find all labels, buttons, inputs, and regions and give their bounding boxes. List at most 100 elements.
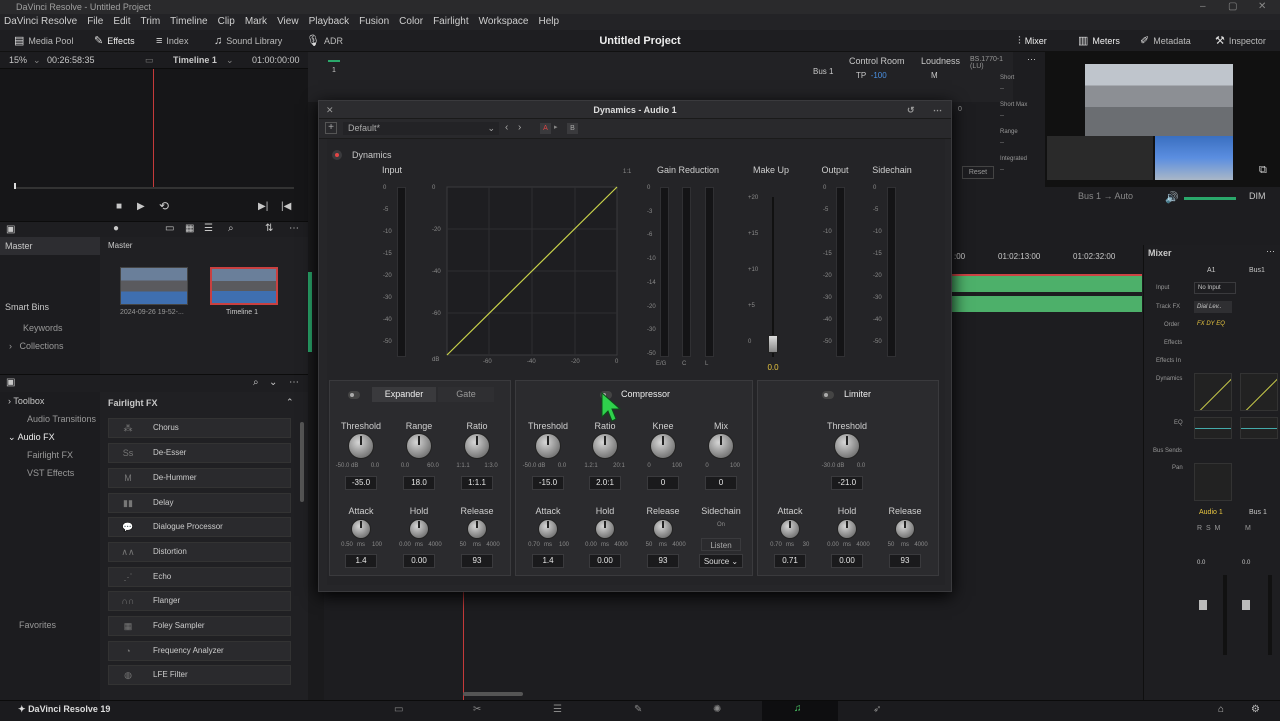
chevron-down-icon[interactable]: ⌄ (226, 52, 234, 69)
dynamics-thumb-bus1[interactable] (1240, 373, 1278, 411)
fx-foley-sampler[interactable]: ▦ Foley Sampler (108, 616, 291, 636)
menu-playback[interactable]: Playback (309, 14, 356, 30)
pan-control[interactable] (1194, 463, 1232, 501)
menu-fairlight[interactable]: Fairlight (433, 14, 475, 30)
smart-bin-collections[interactable]: › Collections (9, 341, 64, 351)
loudness-reset-button[interactable]: Reset (962, 166, 994, 179)
gate-tab[interactable]: Gate (438, 387, 494, 402)
menu-app[interactable]: DaVinci Resolve (4, 14, 83, 30)
expander-hold-knob[interactable] (409, 519, 429, 539)
listen-button[interactable]: Listen (701, 538, 741, 551)
fusion-page-icon[interactable]: ✎ (634, 704, 642, 715)
expander-range-value[interactable]: 18.0 (403, 476, 435, 490)
tree-toolbox[interactable]: › Toolbox (8, 396, 44, 406)
viewer-playhead[interactable] (153, 69, 154, 189)
index-button[interactable]: ≡ Index (156, 30, 188, 52)
effects-button[interactable]: ✎ Effects (94, 30, 135, 52)
loop-icon[interactable]: ⟲ (159, 199, 169, 213)
menu-trim[interactable]: Trim (141, 14, 167, 30)
tree-audio-transitions[interactable]: Audio Transitions (27, 414, 96, 424)
chevron-down-icon[interactable]: ⌄ (33, 52, 41, 69)
clip-thumbnail[interactable] (120, 267, 188, 305)
audio-clip[interactable] (952, 274, 1142, 292)
makeup-fader[interactable] (768, 335, 778, 353)
more-icon[interactable]: ⋯ (933, 101, 942, 119)
timeline-thumbnail[interactable] (210, 267, 278, 305)
next-icon[interactable]: ▶| (258, 201, 268, 212)
bus-output[interactable]: Bus 1 → Auto (1078, 191, 1133, 201)
bin-master[interactable]: Master (0, 237, 100, 255)
close-icon[interactable]: ✕ (1258, 0, 1266, 14)
speaker-icon[interactable]: 🔊 (1165, 191, 1179, 204)
expander-attack-value[interactable]: 1.4 (345, 554, 377, 568)
limiter-attack-knob[interactable] (780, 519, 800, 539)
viewer[interactable] (0, 69, 308, 189)
sidechain-source-dropdown[interactable]: Source ⌄ (699, 554, 743, 568)
expander-toggle[interactable] (348, 391, 360, 399)
expander-threshold-knob[interactable] (348, 433, 374, 459)
search-icon[interactable]: ⌕ (253, 377, 259, 388)
deliver-page-icon[interactable]: ➶ (873, 704, 881, 715)
sort-icon[interactable]: ⇅ (265, 223, 273, 234)
home-icon[interactable]: ⌂ (1218, 704, 1224, 715)
limiter-toggle[interactable] (822, 391, 834, 399)
menu-mark[interactable]: Mark (245, 14, 273, 30)
prev-preset-icon[interactable]: ‹ (505, 122, 508, 133)
menu-timeline[interactable]: Timeline (170, 14, 213, 30)
more-icon[interactable]: ⋯ (1266, 246, 1275, 257)
tree-fairlight-fx[interactable]: Fairlight FX (27, 450, 73, 460)
monitor-volume-slider[interactable] (1184, 197, 1236, 200)
maximize-icon[interactable]: ▢ (1228, 0, 1237, 14)
fx-flanger[interactable]: ∩∩ Flanger (108, 591, 291, 611)
cut-page-icon[interactable]: ✂ (473, 704, 481, 715)
list-view-icon[interactable]: ☰ (204, 223, 213, 234)
expander-ratio-knob[interactable] (464, 433, 490, 459)
compressor-threshold-value[interactable]: -15.0 (532, 476, 564, 490)
scrollbar[interactable] (300, 422, 304, 502)
transfer-graph[interactable] (437, 179, 627, 359)
dynamics-bypass-button[interactable] (332, 150, 342, 160)
limiter-release-knob[interactable] (895, 519, 915, 539)
search-icon[interactable]: ⌕ (228, 223, 234, 234)
clip-icon[interactable]: ▭ (145, 52, 154, 69)
more-icon[interactable]: ⋯ (289, 223, 299, 234)
tree-audio-fx[interactable]: ⌄ Audio FX (8, 432, 55, 443)
play-icon[interactable]: ▶ (137, 201, 145, 212)
mute-button[interactable]: M (1215, 525, 1221, 532)
sound-library-button[interactable]: ♫ Sound Library (214, 30, 282, 52)
compressor-ratio-value[interactable]: 2.0:1 (589, 476, 621, 490)
reset-icon[interactable]: ↺ (907, 101, 915, 119)
compressor-hold-knob[interactable] (595, 519, 615, 539)
tree-vst-effects[interactable]: VST Effects (27, 468, 74, 478)
menu-edit[interactable]: Edit (113, 14, 136, 30)
expander-release-value[interactable]: 93 (461, 554, 493, 568)
track-fx-slot[interactable]: Dial Lev.. (1194, 301, 1232, 313)
menu-file[interactable]: File (87, 14, 109, 30)
expander-release-knob[interactable] (467, 519, 487, 539)
compressor-hold-value[interactable]: 0.00 (589, 554, 621, 568)
solo-button[interactable]: S (1206, 525, 1211, 532)
prev-icon[interactable]: |◀ (281, 201, 291, 212)
compressor-attack-value[interactable]: 1.4 (532, 554, 564, 568)
timeline-scrollbar[interactable] (463, 692, 523, 696)
menu-clip[interactable]: Clip (218, 14, 241, 30)
fx-frequency-analyzer[interactable]: ◔ Frequency Analyzer (108, 641, 291, 661)
compressor-attack-knob[interactable] (538, 519, 558, 539)
expander-tab[interactable]: Expander (372, 387, 436, 402)
limiter-hold-knob[interactable] (837, 519, 857, 539)
slider-dot-icon[interactable]: ● (113, 223, 119, 234)
input-select[interactable]: No Input (1194, 282, 1236, 294)
panel-toggle-icon[interactable]: ▣ (6, 377, 15, 388)
panel-toggle-icon[interactable]: ▣ (6, 224, 15, 235)
limiter-threshold-knob[interactable] (834, 433, 860, 459)
compressor-knee-value[interactable]: 0 (647, 476, 679, 490)
fader-bus1[interactable] (1242, 600, 1250, 610)
smart-bin-keywords[interactable]: Keywords (23, 323, 63, 333)
order-value[interactable]: FX DY EQ (1197, 321, 1225, 327)
preset-dropdown[interactable]: Default* ⌄ (343, 122, 499, 135)
fx-de-esser[interactable]: Ss De-Esser (108, 443, 291, 463)
zoom-dropdown[interactable]: 15% (9, 52, 27, 69)
meters-button[interactable]: ▥ Meters (1078, 30, 1120, 52)
minimize-icon[interactable]: – (1200, 0, 1206, 14)
limiter-release-value[interactable]: 93 (889, 554, 921, 568)
